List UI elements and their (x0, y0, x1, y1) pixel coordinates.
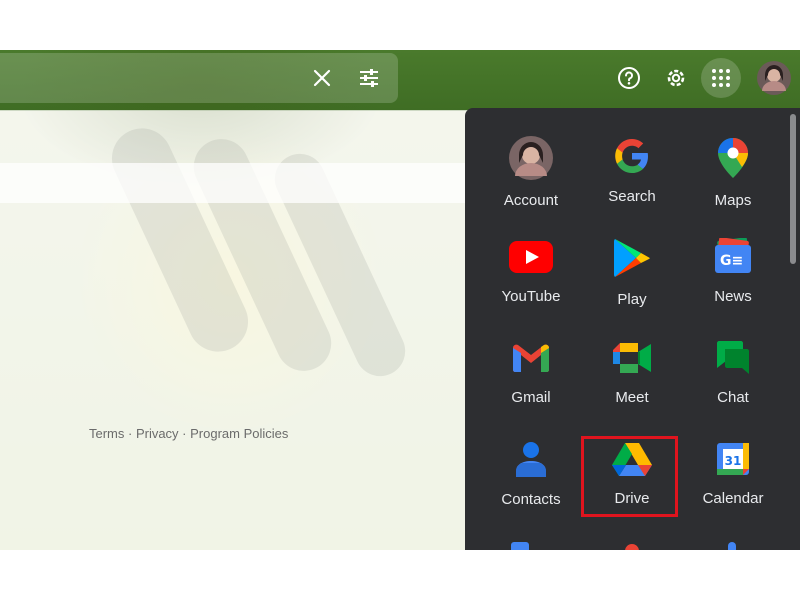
play-store-icon (610, 237, 654, 279)
app-label: Gmail (511, 389, 551, 406)
panel-scrollbar[interactable] (790, 114, 796, 264)
chat-icon (711, 338, 755, 377)
app-label: News (714, 288, 752, 305)
close-icon[interactable] (306, 62, 338, 94)
app-account[interactable]: Account (481, 108, 581, 209)
meet-icon (610, 338, 654, 377)
app-label: Calendar (702, 490, 764, 507)
google-apps-panel: Account Search Maps YouTube Play G≡ News… (465, 108, 800, 550)
account-avatar-icon (509, 136, 553, 180)
app-news[interactable]: G≡ News (683, 209, 783, 305)
app-label: Search (608, 188, 656, 205)
contacts-icon (509, 439, 553, 479)
apps-grid-icon[interactable] (701, 58, 741, 98)
gmail-icon (509, 338, 553, 377)
app-frame: Terms · Privacy · Program Policies Accou… (0, 50, 800, 550)
news-icon: G≡ (711, 237, 755, 276)
gear-icon[interactable] (656, 58, 696, 98)
app-contacts[interactable]: Contacts (481, 411, 581, 508)
partial-app-icon[interactable] (728, 542, 736, 550)
news-badge: G≡ (720, 253, 743, 269)
app-label: Account (503, 192, 559, 209)
app-label: Contacts (501, 491, 561, 508)
maps-pin-icon (711, 136, 755, 180)
google-g-icon (610, 136, 654, 176)
app-label: Maps (714, 192, 752, 209)
app-meet[interactable]: Meet (582, 310, 682, 406)
app-label: Chat (717, 389, 749, 406)
app-maps[interactable]: Maps (683, 108, 783, 209)
calendar-day: 31 (725, 454, 742, 468)
tune-icon[interactable] (353, 62, 385, 94)
search-result-bar (0, 163, 466, 203)
app-label: Play (617, 291, 647, 308)
partial-app-icon[interactable] (511, 542, 529, 550)
avatar[interactable] (754, 58, 794, 98)
app-label: Meet (615, 389, 649, 406)
app-label: YouTube (501, 288, 561, 305)
partial-app-icon[interactable] (625, 544, 639, 550)
app-calendar[interactable]: 31 Calendar (683, 411, 783, 507)
app-chat[interactable]: Chat (683, 310, 783, 406)
search-bar[interactable] (0, 53, 398, 103)
drive-highlight-box (581, 436, 678, 517)
app-gmail[interactable]: Gmail (481, 310, 581, 406)
footer-links[interactable]: Terms · Privacy · Program Policies (89, 426, 288, 441)
youtube-icon (509, 237, 553, 276)
app-youtube[interactable]: YouTube (481, 209, 581, 305)
app-search[interactable]: Search (582, 108, 682, 205)
help-icon[interactable] (609, 58, 649, 98)
app-play[interactable]: Play (582, 209, 682, 308)
calendar-icon: 31 (711, 439, 755, 478)
